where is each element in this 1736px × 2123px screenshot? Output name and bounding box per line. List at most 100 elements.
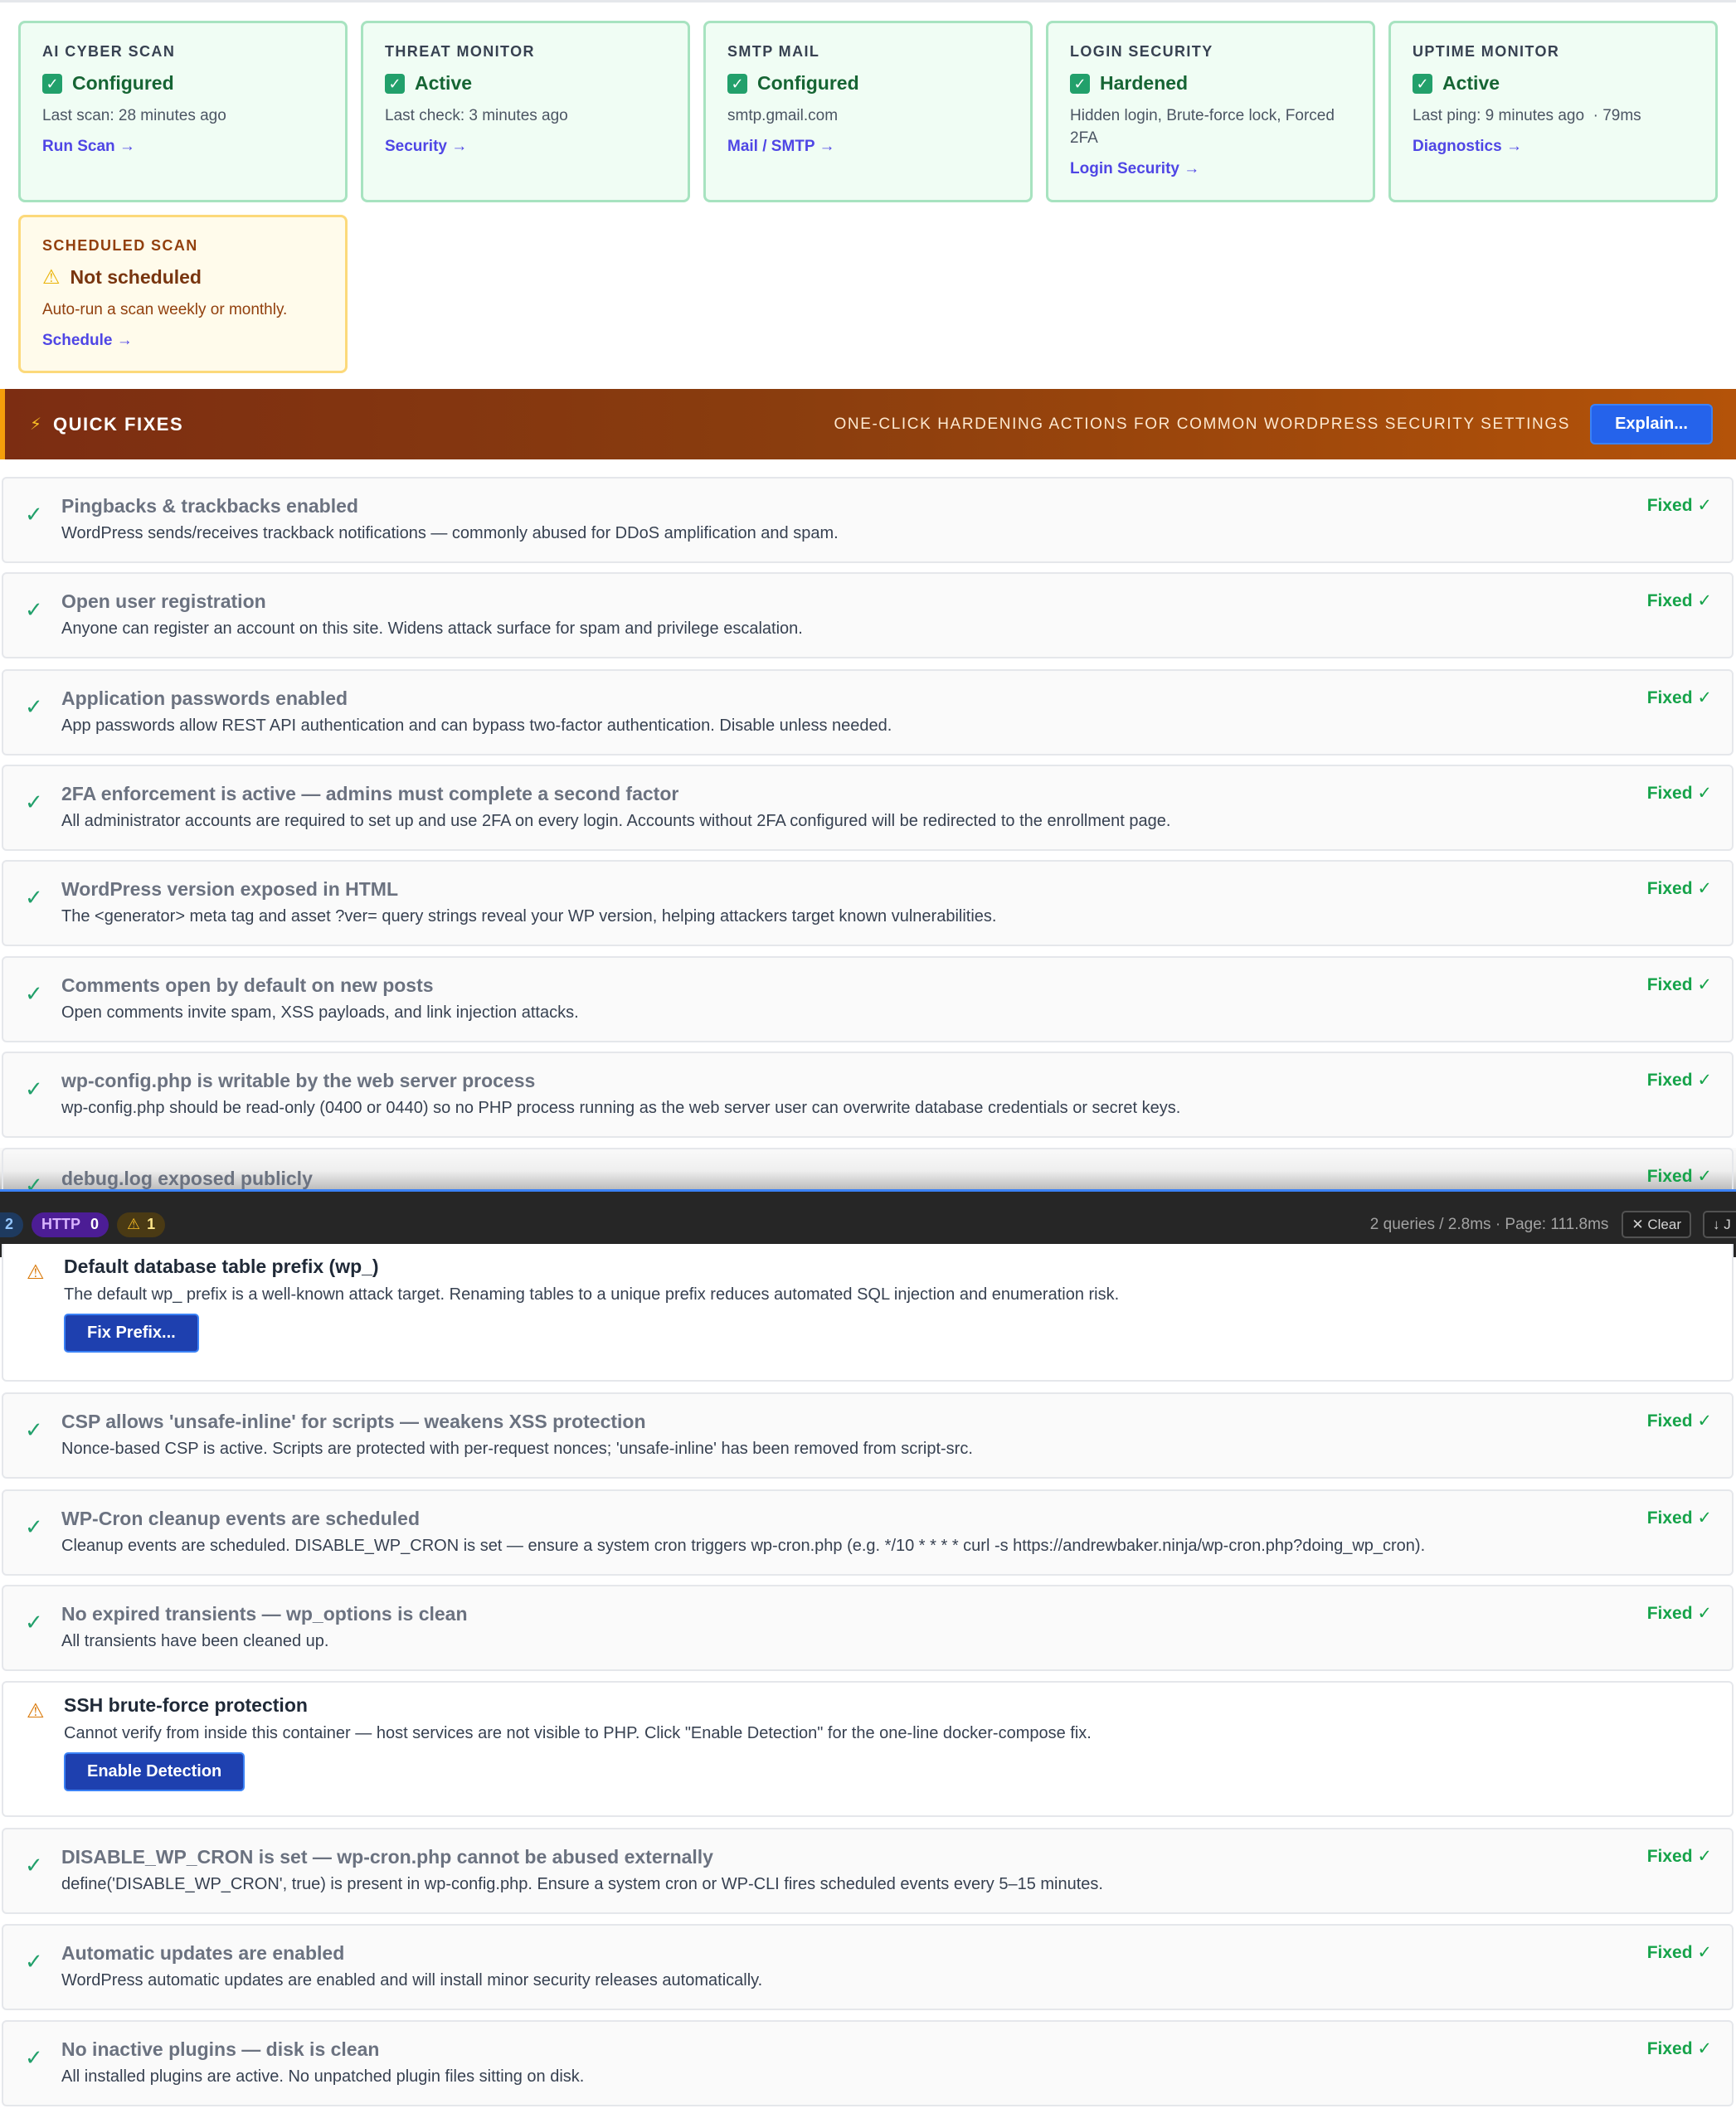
schedule-link[interactable]: Schedule → — [42, 332, 133, 350]
fix-title: Open user registration — [61, 590, 266, 612]
fixed-badge: Fixed ✓ — [1646, 688, 1712, 707]
card-title: SMTP MAIL — [727, 43, 820, 60]
fix-description: Nonce-based CSP is active. Scripts are p… — [61, 1440, 973, 1458]
card-status: Not scheduled — [70, 266, 202, 288]
card-login-security: LOGIN SECURITY ✓ Hardened Hidden login, B… — [1046, 21, 1375, 202]
fixed-badge: Fixed ✓ — [1646, 1167, 1712, 1186]
fixed-badge: Fixed ✓ — [1646, 1847, 1712, 1866]
status-cards: AI CYBER SCAN ✓ Configured Last scan: 28 … — [0, 0, 1736, 390]
fixed-badge: Fixed ✓ — [1646, 591, 1712, 610]
enable-detection-button[interactable]: Enable Detection — [64, 1752, 246, 1791]
card-threat-monitor: THREAT MONITOR ✓ Active Last check: 3 min… — [361, 21, 690, 202]
fix-title: Default database table prefix (wp_) — [64, 1256, 379, 1277]
fix-row: ✓ DISABLE_WP_CRON is set — wp-cron.php c… — [2, 1828, 1734, 1914]
lightning-icon: ⚡ — [30, 415, 42, 434]
card-title: UPTIME MONITOR — [1413, 43, 1560, 60]
fixed-badge: Fixed ✓ — [1646, 496, 1712, 515]
checkmark-icon: ✓ — [25, 2045, 43, 2070]
checkmark-icon: ✓ — [25, 597, 43, 622]
fix-description: define('DISABLE_WP_CRON', true) is prese… — [61, 1875, 1103, 1893]
fix-title: Application passwords enabled — [61, 687, 348, 709]
fix-prefix-button[interactable]: Fix Prefix... — [64, 1314, 199, 1353]
clear-button[interactable]: ✕ Clear — [1622, 1211, 1691, 1238]
card-smtp-mail: SMTP MAIL ✓ Configured smtp.gmail.com Mai… — [703, 21, 1033, 202]
checkmark-icon: ✓ — [25, 1853, 43, 1878]
fix-description: All installed plugins are active. No unp… — [61, 2067, 585, 2086]
fixed-badge: Fixed ✓ — [1646, 2039, 1712, 2058]
fixed-badge: Fixed ✓ — [1646, 1943, 1712, 1962]
run-scan-link[interactable]: Run Scan → — [42, 138, 135, 156]
card-detail: Last check: 3 minutes ago — [385, 107, 568, 124]
card-detail: smtp.gmail.com — [727, 107, 839, 124]
fix-title: WP-Cron cleanup events are scheduled — [61, 1508, 421, 1529]
card-title: LOGIN SECURITY — [1070, 43, 1213, 60]
checkmark-icon: ✓ — [25, 1514, 43, 1539]
card-detail: Auto-run a scan weekly or monthly. — [42, 301, 288, 318]
fix-title: No inactive plugins — disk is clean — [61, 2038, 380, 2060]
fix-row: ✓ CSP allows 'unsafe-inline' for scripts… — [2, 1392, 1734, 1479]
fixed-badge: Fixed ✓ — [1646, 1411, 1712, 1431]
check-box-icon: ✓ — [1070, 73, 1090, 94]
fix-title: Comments open by default on new posts — [61, 974, 434, 996]
fix-row: ✓ wp-config.php is writable by the web s… — [2, 1052, 1734, 1138]
fix-title: DISABLE_WP_CRON is set — wp-cron.php can… — [61, 1846, 713, 1868]
card-detail: Last scan: 28 minutes ago — [42, 107, 226, 124]
diagnostics-link[interactable]: Diagnostics → — [1413, 138, 1522, 156]
fix-description: App passwords allow REST API authenticat… — [61, 717, 892, 735]
fixed-badge: Fixed ✓ — [1646, 975, 1712, 994]
fix-description: Anyone can register an account on this s… — [61, 619, 803, 638]
db-query-badge[interactable]: 2 — [0, 1212, 24, 1237]
fix-row: ✓ Automatic updates are enabled WordPres… — [2, 1924, 1734, 2010]
checkmark-icon: ✓ — [25, 694, 43, 719]
fix-row: ✓ Pingbacks & trackbacks enabled WordPre… — [2, 477, 1734, 563]
mail-smtp-link[interactable]: Mail / SMTP → — [727, 138, 835, 156]
fix-description: Open comments invite spam, XSS payloads,… — [61, 1003, 579, 1022]
fix-description: All transients have been cleaned up. — [61, 1632, 329, 1650]
warnings-badge[interactable]: ⚠ 1 — [117, 1212, 166, 1237]
fix-row: ✓ Application passwords enabled App pass… — [2, 669, 1734, 755]
card-ai-cyber-scan: AI CYBER SCAN ✓ Configured Last scan: 28 … — [18, 21, 348, 202]
fix-row: ✓ WordPress version exposed in HTML The … — [2, 860, 1734, 946]
fix-description: wp-config.php should be read-only (0400 … — [61, 1099, 1181, 1117]
fix-description: The default wp_ prefix is a well-known a… — [64, 1285, 1120, 1304]
checkmark-icon: ✓ — [25, 502, 43, 527]
checkmark-icon: ✓ — [25, 789, 43, 814]
card-title: AI CYBER SCAN — [42, 43, 176, 60]
fix-row: ✓ No inactive plugins — disk is clean Al… — [2, 2020, 1734, 2106]
card-title: SCHEDULED SCAN — [42, 237, 198, 254]
fix-row-ssh: ⚠ SSH brute-force protection Cannot veri… — [2, 1681, 1734, 1817]
fix-row: ✓ WP-Cron cleanup events are scheduled C… — [2, 1489, 1734, 1576]
check-box-icon: ✓ — [727, 73, 747, 94]
check-box-icon: ✓ — [42, 73, 62, 94]
fix-description: The <generator> meta tag and asset ?ver=… — [61, 907, 997, 925]
quick-fixes-header: ⚡ QUICK FIXES ONE-CLICK HARDENING ACTION… — [0, 389, 1736, 459]
check-box-icon: ✓ — [1413, 73, 1432, 94]
fix-row: ✓ Comments open by default on new posts … — [2, 956, 1734, 1042]
card-status: Configured — [72, 72, 174, 94]
fixed-badge: Fixed ✓ — [1646, 1071, 1712, 1090]
card-uptime-monitor: UPTIME MONITOR ✓ Active Last ping: 9 minu… — [1388, 21, 1718, 202]
login-security-link[interactable]: Login Security → — [1070, 160, 1199, 178]
debug-stats: 2 queries / 2.8ms · Page: 111.8ms — [1369, 1215, 1609, 1233]
checkmark-icon: ✓ — [25, 1949, 43, 1974]
fix-row: ✓ Open user registration Anyone can regi… — [2, 572, 1734, 658]
fixed-badge: Fixed ✓ — [1646, 1508, 1712, 1528]
http-badge[interactable]: HTTP 0 — [32, 1212, 109, 1237]
scroll-fade: ✓ debug.log exposed publicly Fixed ✓ — [0, 1148, 1736, 1189]
fix-title: wp-config.php is writable by the web ser… — [61, 1070, 536, 1091]
card-detail: Hidden login, Brute-force lock, Forced 2… — [1070, 107, 1335, 147]
download-button[interactable]: ↓ J — [1703, 1211, 1736, 1238]
checkmark-icon: ✓ — [25, 1417, 43, 1442]
card-status: Hardened — [1100, 72, 1189, 94]
fix-title: debug.log exposed publicly — [61, 1168, 313, 1189]
checkmark-icon: ✓ — [25, 1173, 43, 1189]
card-status: Active — [415, 72, 473, 94]
fixed-badge: Fixed ✓ — [1646, 784, 1712, 803]
card-detail: Last ping: 9 minutes ago · 79ms — [1413, 107, 1641, 124]
card-status: Configured — [757, 72, 859, 94]
fixed-badge: Fixed ✓ — [1646, 1604, 1712, 1623]
explain-button[interactable]: Explain... — [1590, 404, 1713, 445]
fix-row-db-prefix: ⚠ Default database table prefix (wp_) Th… — [2, 1244, 1734, 1382]
security-link[interactable]: Security → — [385, 138, 467, 156]
warning-icon: ⚠ — [27, 1261, 45, 1284]
